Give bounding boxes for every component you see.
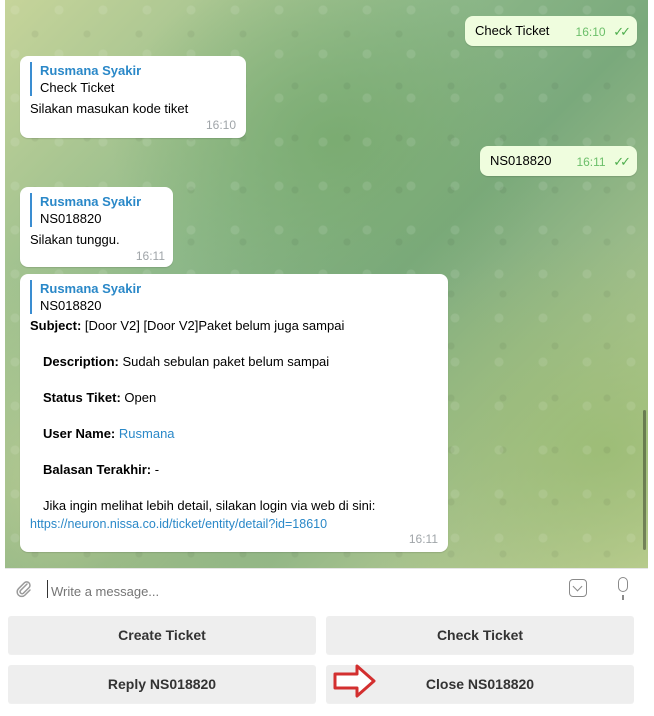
reply-snippet: NS018820 bbox=[40, 211, 102, 226]
microphone-icon[interactable] bbox=[618, 577, 628, 600]
chat-history[interactable]: Check Ticket 16:10 ✓✓ Rusmana Syakir Che… bbox=[5, 0, 648, 568]
username-link[interactable]: Rusmana bbox=[119, 426, 175, 441]
message-composer bbox=[5, 568, 648, 609]
reply-quote[interactable]: Rusmana Syakir NS018820 bbox=[30, 280, 438, 314]
message-text: Silakan masukan kode tiket bbox=[30, 101, 189, 116]
chat-scrollbar[interactable] bbox=[643, 410, 646, 550]
message-time: 16:10 bbox=[205, 118, 236, 132]
description-label: Description: bbox=[43, 354, 119, 369]
create-ticket-button[interactable]: Create Ticket bbox=[8, 616, 316, 654]
check-ticket-button[interactable]: Check Ticket bbox=[326, 616, 634, 654]
message-text: Check Ticket bbox=[475, 23, 550, 38]
ticket-detail-message[interactable]: Rusmana Syakir NS018820 Subject: [Door V… bbox=[20, 274, 448, 552]
incoming-message[interactable]: Rusmana Syakir NS018820 Silakan tunggu. … bbox=[20, 187, 173, 267]
subject-label: Subject: bbox=[30, 318, 82, 333]
description-value: Sudah sebulan paket belum sampai bbox=[122, 354, 330, 369]
status-value: Open bbox=[124, 390, 157, 405]
last-reply-value: - bbox=[154, 462, 160, 477]
reply-sender: Rusmana Syakir bbox=[40, 281, 142, 296]
text-caret bbox=[47, 580, 48, 598]
message-text: NS018820 bbox=[490, 153, 552, 168]
message-time: 16:11 bbox=[408, 532, 438, 546]
reply-snippet: Check Ticket bbox=[40, 80, 115, 95]
double-check-icon: ✓✓ bbox=[613, 24, 631, 39]
reply-ticket-button[interactable]: Reply NS018820 bbox=[8, 665, 316, 703]
message-input[interactable] bbox=[49, 581, 453, 601]
sticker-icon[interactable] bbox=[569, 579, 587, 597]
paperclip-icon[interactable] bbox=[15, 580, 33, 603]
last-reply-label: Balasan Terakhir: bbox=[43, 462, 152, 477]
message-time: 16:11 bbox=[135, 249, 165, 263]
reply-sender: Rusmana Syakir bbox=[40, 63, 142, 78]
message-text: Silakan tunggu. bbox=[30, 232, 120, 247]
subject-value: [Door V2] [Door V2]Paket belum juga samp… bbox=[84, 318, 345, 333]
red-arrow-icon bbox=[333, 664, 376, 698]
reply-sender: Rusmana Syakir bbox=[40, 194, 142, 209]
message-time: 16:10 bbox=[575, 25, 606, 39]
username-label: User Name: bbox=[43, 426, 116, 441]
message-time: 16:11 bbox=[576, 155, 606, 169]
outgoing-message[interactable]: NS018820 16:11 ✓✓ bbox=[480, 146, 637, 176]
double-check-icon: ✓✓ bbox=[613, 154, 631, 169]
reply-quote[interactable]: Rusmana Syakir Check Ticket bbox=[30, 62, 236, 96]
ticket-detail-link[interactable]: https://neuron.nissa.co.id/ticket/entity… bbox=[30, 517, 327, 531]
incoming-message[interactable]: Rusmana Syakir Check Ticket Silakan masu… bbox=[20, 56, 246, 138]
outgoing-message[interactable]: Check Ticket 16:10 ✓✓ bbox=[465, 16, 637, 46]
reply-quote[interactable]: Rusmana Syakir NS018820 bbox=[30, 193, 163, 227]
status-label: Status Tiket: bbox=[43, 390, 121, 405]
detail-text: Jika ingin melihat lebih detail, silakan… bbox=[43, 498, 376, 513]
reply-snippet: NS018820 bbox=[40, 298, 102, 313]
bot-keyboard: Create Ticket Check Ticket Reply NS01882… bbox=[0, 608, 654, 716]
